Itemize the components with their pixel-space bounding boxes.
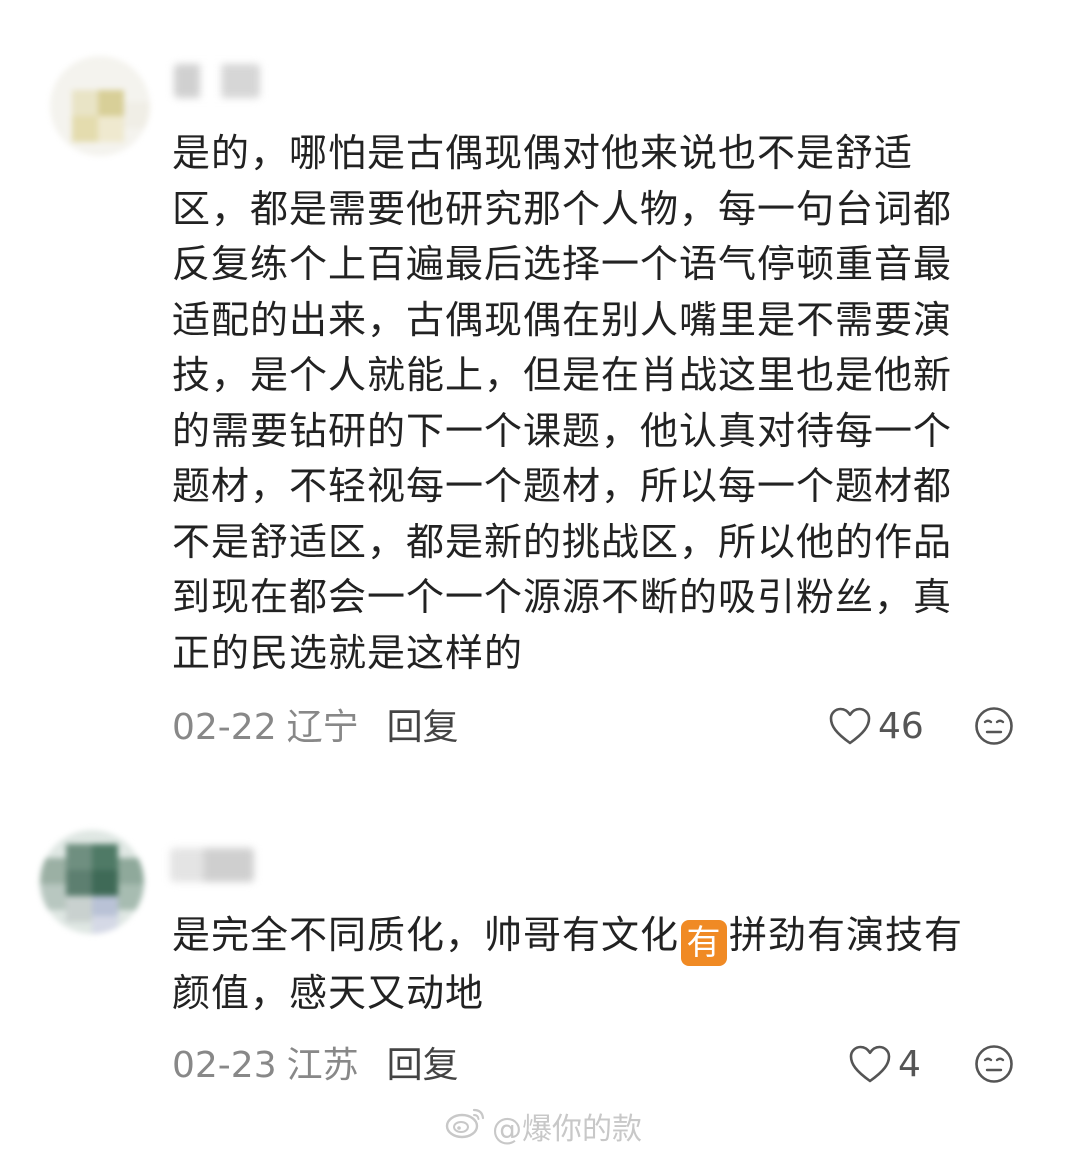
comment-line: 反复练个上百遍最后选择一个语气停顿重音最 [172,242,953,286]
comment-date: 02-22 [172,707,277,748]
comment-line: 题材，不轻视每一个题材，所以每一个题材都 [172,464,953,508]
avatar[interactable] [50,56,150,156]
comment-location: 江苏 [286,1045,359,1086]
like-count: 46 [878,705,924,747]
comment-line: 技，是个人就能上，但是在肖战这里也是他新 [172,353,953,397]
avatar[interactable] [40,830,144,934]
comment-line: 是的，哪怕是古偶现偶对他来说也不是舒适 [172,131,914,175]
emoji-reaction-icon[interactable] [974,706,1014,746]
emoji-you-icon: 有 [681,920,728,966]
comment-line: 颜值，感天又动地 [172,971,485,1015]
comment-date: 02-23 [172,1045,277,1086]
comment-line: 是完全不同质化，帅哥有文化有拼劲有演技有 [172,908,1022,966]
username-blurred[interactable] [170,848,254,882]
comment-location: 辽宁 [286,707,359,748]
comment-line: 的需要钻研的下一个课题，他认真对待每一个 [172,408,953,453]
comment-meta: 02-23 江苏 回复 [172,1042,459,1090]
heart-icon [828,706,872,746]
comment-line: 不是舒适区，都是新的挑战区，所以他的作品 [172,519,953,564]
comment-content: 是的，哪怕是古偶现偶对他来说也不是舒适 区，都是需要他研究那个人物，每一句台词都… [172,126,1022,681]
comment-line: 区，都是需要他研究那个人物，每一句台词都 [172,186,953,231]
comment-content: 是完全不同质化，帅哥有文化有拼劲有演技有 颜值，感天又动地 [172,908,1022,1022]
username-blurred[interactable] [174,64,260,98]
watermark-text: @爆你的款 [492,1112,642,1147]
reply-button[interactable]: 回复 [387,1045,459,1086]
reply-button[interactable]: 回复 [387,707,459,748]
comment-line: 到现在都会一个一个源源不断的吸引粉丝，真 [172,575,953,619]
comment-line: 正的民选就是这样的 [172,630,524,675]
like-count: 4 [898,1043,921,1085]
watermark: @爆你的款 [444,1104,642,1148]
weibo-logo-icon [444,1104,488,1148]
emoji-reaction-icon[interactable] [974,1044,1014,1084]
like-button[interactable]: 4 [848,1040,921,1088]
like-button[interactable]: 46 [828,702,924,750]
comment-line: 适配的出来，古偶现偶在别人嘴里是不需要演 [172,297,953,342]
heart-icon [848,1044,892,1084]
comment-meta: 02-22 辽宁 回复 [172,704,459,752]
